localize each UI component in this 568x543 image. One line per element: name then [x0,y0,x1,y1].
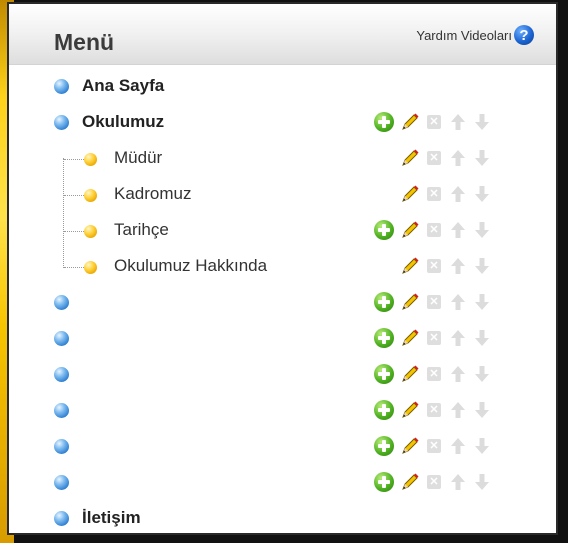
arrow-up-icon[interactable] [450,292,466,312]
edit-pencil-icon[interactable] [400,436,420,456]
menu-item-label[interactable]: Ana Sayfa [82,76,164,96]
menu-item-label[interactable]: Okulumuz Hakkında [114,256,267,276]
arrow-down-icon[interactable] [474,400,490,420]
blue-bullet-icon [54,331,69,346]
edit-pencil-icon[interactable] [400,220,420,240]
arrow-up-icon[interactable] [450,436,466,456]
question-icon[interactable]: ? [514,25,534,45]
menu-row[interactable]: ✕ [9,320,556,356]
blue-bullet-icon [54,79,69,94]
submenu-row[interactable]: Tarihçe ✕ [9,212,556,248]
edit-pencil-icon[interactable] [400,112,420,132]
arrow-up-icon[interactable] [450,148,466,168]
menu-row[interactable]: İletişim [9,500,556,533]
yellow-bullet-icon [84,153,97,166]
arrow-down-icon[interactable] [474,112,490,132]
delete-icon[interactable]: ✕ [427,259,441,273]
page-title: Menü [54,29,115,55]
add-icon[interactable] [374,436,394,456]
tree-connector [64,231,84,232]
yellow-bullet-icon [84,189,97,202]
blue-bullet-icon [54,511,69,526]
menu-row[interactable]: ✕ [9,284,556,320]
blue-bullet-icon [54,403,69,418]
edit-pencil-icon[interactable] [400,184,420,204]
menu-item-label[interactable]: Müdür [114,148,162,168]
arrow-down-icon[interactable] [474,472,490,492]
add-icon[interactable] [374,364,394,384]
help-videos-link[interactable]: Yardım Videoları ? [416,25,534,45]
menu-row[interactable]: Okulumuz ✕ [9,104,556,140]
delete-icon[interactable]: ✕ [427,295,441,309]
arrow-up-icon[interactable] [450,256,466,276]
delete-icon[interactable]: ✕ [427,331,441,345]
yellow-bullet-icon [84,261,97,274]
add-icon[interactable] [374,292,394,312]
menu-panel: Menü Yardım Videoları ? Ana Sayfa Okulumu… [7,2,558,535]
blue-bullet-icon [54,115,69,130]
arrow-up-icon[interactable] [450,184,466,204]
edit-pencil-icon[interactable] [400,328,420,348]
arrow-up-icon[interactable] [450,472,466,492]
arrow-down-icon[interactable] [474,292,490,312]
edit-pencil-icon[interactable] [400,292,420,312]
edit-pencil-icon[interactable] [400,148,420,168]
arrow-up-icon[interactable] [450,220,466,240]
add-icon[interactable] [374,328,394,348]
submenu-row[interactable]: Okulumuz Hakkında ✕ [9,248,556,284]
menu-row[interactable]: ✕ [9,392,556,428]
edit-pencil-icon[interactable] [400,256,420,276]
menu-item-label[interactable]: Kadromuz [114,184,191,204]
add-icon[interactable] [374,220,394,240]
blue-bullet-icon [54,367,69,382]
menu-header: Menü Yardım Videoları ? [9,4,556,65]
tree-connector [64,195,84,196]
arrow-down-icon[interactable] [474,148,490,168]
delete-icon[interactable]: ✕ [427,475,441,489]
delete-icon[interactable]: ✕ [427,151,441,165]
blue-bullet-icon [54,475,69,490]
add-icon[interactable] [374,400,394,420]
arrow-down-icon[interactable] [474,256,490,276]
tree-connector [64,267,84,268]
menu-item-label[interactable]: İletişim [82,508,141,528]
delete-icon[interactable]: ✕ [427,223,441,237]
arrow-up-icon[interactable] [450,112,466,132]
delete-icon[interactable]: ✕ [427,403,441,417]
arrow-down-icon[interactable] [474,328,490,348]
arrow-down-icon[interactable] [474,184,490,204]
add-icon[interactable] [374,112,394,132]
edit-pencil-icon[interactable] [400,400,420,420]
arrow-down-icon[interactable] [474,436,490,456]
arrow-up-icon[interactable] [450,400,466,420]
menu-row[interactable]: ✕ [9,464,556,500]
arrow-up-icon[interactable] [450,364,466,384]
edit-pencil-icon[interactable] [400,364,420,384]
tree-connector [64,159,84,160]
arrow-up-icon[interactable] [450,328,466,348]
menu-row[interactable]: Ana Sayfa [9,68,556,104]
submenu-row[interactable]: Müdür ✕ [9,140,556,176]
delete-icon[interactable]: ✕ [427,115,441,129]
delete-icon[interactable]: ✕ [427,439,441,453]
submenu-row[interactable]: Kadromuz ✕ [9,176,556,212]
menu-row[interactable]: ✕ [9,356,556,392]
menu-item-label[interactable]: Okulumuz [82,112,164,132]
help-videos-label: Yardım Videoları [416,27,512,43]
arrow-down-icon[interactable] [474,220,490,240]
arrow-down-icon[interactable] [474,364,490,384]
blue-bullet-icon [54,439,69,454]
blue-bullet-icon [54,295,69,310]
menu-item-label[interactable]: Tarihçe [114,220,169,240]
delete-icon[interactable]: ✕ [427,187,441,201]
add-icon[interactable] [374,472,394,492]
delete-icon[interactable]: ✕ [427,367,441,381]
menu-row[interactable]: ✕ [9,428,556,464]
edit-pencil-icon[interactable] [400,472,420,492]
yellow-bullet-icon [84,225,97,238]
menu-tree: Ana Sayfa Okulumuz ✕ Müdür ✕ Kadromuz ✕ Tarihçe… [9,68,556,533]
